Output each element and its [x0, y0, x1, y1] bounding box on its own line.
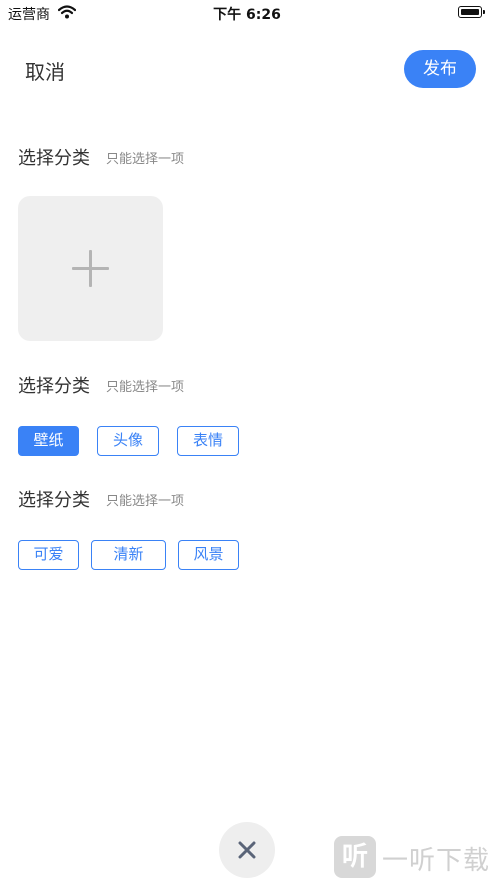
close-button[interactable]	[219, 822, 275, 878]
status-bar: 运营商 下午 6:26	[0, 0, 494, 26]
add-image-button[interactable]	[18, 196, 163, 341]
watermark-logo: 听	[334, 836, 376, 878]
battery-icon	[458, 6, 482, 18]
tag-emoji[interactable]: 表情	[177, 426, 239, 456]
tag-avatar[interactable]: 头像	[97, 426, 159, 456]
close-icon	[238, 841, 256, 859]
section-title: 选择分类	[18, 148, 90, 169]
tag-fresh[interactable]: 清新	[91, 540, 166, 570]
tag-scenery[interactable]: 风景	[178, 540, 239, 570]
section-hint: 只能选择一项	[106, 152, 185, 167]
section-title: 选择分类	[18, 490, 90, 511]
battery-tip	[483, 10, 485, 14]
section-hint: 只能选择一项	[106, 494, 185, 509]
section-title: 选择分类	[18, 376, 90, 397]
tag-cute[interactable]: 可爱	[18, 540, 79, 570]
status-time: 下午 6:26	[213, 7, 281, 23]
tag-wallpaper[interactable]: 壁纸	[18, 426, 79, 456]
cancel-button[interactable]: 取消	[25, 56, 65, 85]
watermark: 听 一听下载	[334, 836, 494, 880]
watermark-text: 一听下载	[382, 846, 491, 876]
publish-button[interactable]: 发布	[404, 50, 476, 88]
section-hint: 只能选择一项	[106, 380, 185, 395]
plus-icon	[72, 250, 109, 287]
